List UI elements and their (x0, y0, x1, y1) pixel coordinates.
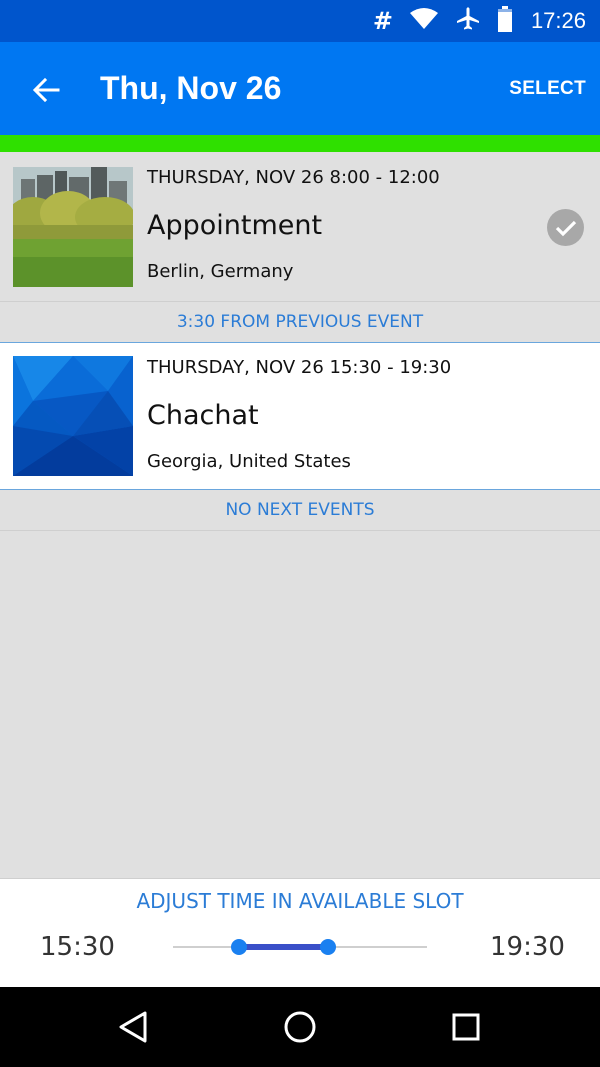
event-item-chachat[interactable]: THURSDAY, NOV 26 15:30 - 19:30 Chachat G… (0, 342, 600, 490)
select-button[interactable]: SELECT (509, 78, 586, 100)
slot-end-time: 19:30 (490, 932, 565, 962)
next-gap-label: NO NEXT EVENTS (0, 490, 600, 531)
slider-start-handle[interactable] (231, 939, 248, 955)
event-item-appointment[interactable]: THURSDAY, NOV 26 8:00 - 12:00 Appointmen… (0, 152, 600, 300)
page-title: Thu, Nov 26 (100, 70, 282, 106)
slot-start-time: 15:30 (40, 932, 115, 962)
event-time: THURSDAY, NOV 26 8:00 - 12:00 (147, 167, 440, 188)
event-thumbnail-park (13, 167, 133, 287)
home-circle-icon[interactable] (280, 1007, 320, 1047)
system-nav-bar (0, 987, 600, 1067)
event-thumbnail-polygon (13, 356, 133, 476)
status-icons: # 17:26 (373, 0, 586, 42)
event-location: Georgia, United States (147, 451, 351, 472)
slider-selected-range (239, 944, 328, 950)
time-range-slider[interactable] (173, 937, 427, 957)
wifi-icon (409, 7, 439, 35)
adjust-time-title: ADJUST TIME IN AVAILABLE SLOT (136, 889, 464, 913)
event-title: Appointment (147, 210, 323, 241)
adjust-time-panel: ADJUST TIME IN AVAILABLE SLOT 15:30 19:3… (0, 878, 600, 987)
recents-square-icon[interactable] (446, 1007, 486, 1047)
status-bar: # 17:26 (0, 0, 600, 42)
hash-icon: # (372, 7, 393, 35)
event-title: Chachat (147, 400, 259, 431)
back-arrow-icon[interactable] (24, 68, 68, 112)
app-bar: Thu, Nov 26 SELECT (0, 42, 600, 135)
airplane-mode-icon (455, 6, 481, 37)
completed-check-icon (547, 209, 584, 246)
previous-gap-label: 3:30 FROM PREVIOUS EVENT (0, 301, 600, 342)
event-location: Berlin, Germany (147, 261, 294, 282)
event-time: THURSDAY, NOV 26 15:30 - 19:30 (147, 357, 452, 378)
accent-strip (0, 135, 600, 152)
battery-icon (497, 5, 513, 37)
clock: 17:26 (530, 8, 586, 33)
slider-end-handle[interactable] (319, 939, 336, 955)
back-triangle-icon[interactable] (113, 1007, 153, 1047)
